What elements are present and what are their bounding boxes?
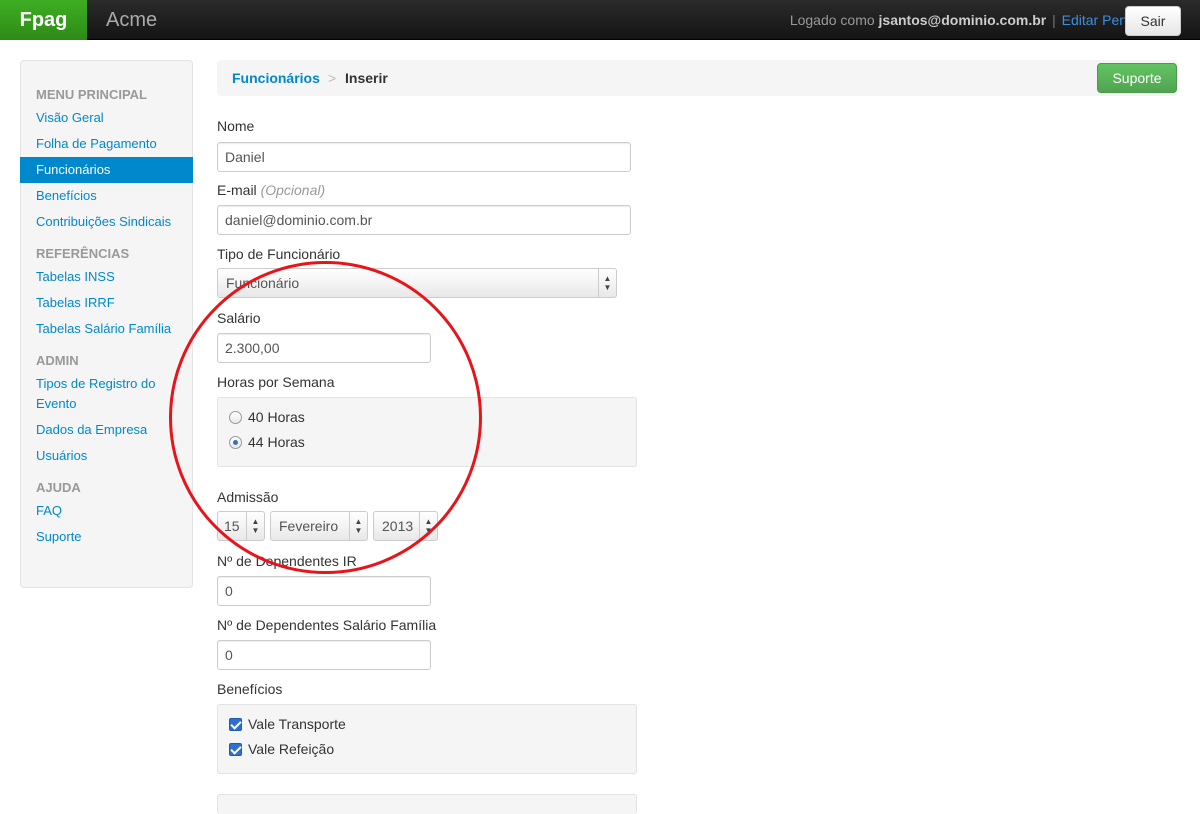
sidebar-item-beneficios[interactable]: Benefícios (21, 183, 192, 209)
admission-month-value: Fevereiro (279, 518, 339, 534)
hours-label: Horas por Semana (217, 374, 335, 390)
hours-option-44[interactable]: 44 Horas (229, 434, 305, 450)
benefit-vale-transporte[interactable]: Vale Transporte (229, 716, 346, 732)
sidebar-header-ajuda: AJUDA (36, 480, 81, 495)
sidebar-item-tabelas-salario-familia[interactable]: Tabelas Salário Família (21, 316, 192, 342)
admission-label: Admissão (217, 489, 279, 505)
admission-month-select[interactable]: Fevereiro ▲ ▼ (270, 511, 368, 541)
type-select-value: Funcionário (226, 275, 300, 291)
admission-year-select[interactable]: 2013 ▲ ▼ (373, 511, 438, 541)
hours-radio-group: 40 Horas 44 Horas (217, 397, 637, 467)
benefits-checkbox-group: Vale Transporte Vale Refeição (217, 704, 637, 774)
support-button[interactable]: Suporte (1097, 63, 1177, 93)
breadcrumb-funcionarios[interactable]: Funcionários (232, 70, 320, 86)
sidebar-item-folha-pagamento[interactable]: Folha de Pagamento (21, 131, 192, 157)
select-arrows-icon: ▲ ▼ (598, 269, 616, 297)
email-label-text: E-mail (217, 182, 257, 198)
sidebar-item-dados-empresa[interactable]: Dados da Empresa (21, 417, 192, 443)
email-input[interactable]: daniel@dominio.com.br (217, 205, 631, 235)
select-arrows-icon: ▲ ▼ (246, 512, 264, 540)
nav-separator: | (1052, 12, 1056, 28)
breadcrumb: Funcionários > Inserir (217, 60, 1178, 96)
hours-option-40-label: 40 Horas (248, 409, 305, 425)
salary-label: Salário (217, 310, 261, 326)
edit-profile-link[interactable]: Editar Perfil (1062, 12, 1134, 28)
checkbox-checked-icon[interactable] (229, 743, 242, 756)
sidebar-item-contribuicoes[interactable]: Contribuições Sindicais (21, 209, 192, 235)
sidebar-header-referencias: REFERÊNCIAS (36, 246, 130, 261)
hours-option-44-label: 44 Horas (248, 434, 305, 450)
admission-day-select[interactable]: 15 ▲ ▼ (217, 511, 265, 541)
benefits-label: Benefícios (217, 681, 283, 697)
sidebar-item-suporte[interactable]: Suporte (21, 524, 192, 550)
top-navbar: Fpag Acme Logado como jsantos@dominio.co… (0, 0, 1200, 40)
benefit-vale-transporte-label: Vale Transporte (248, 716, 346, 732)
dep-sf-label: Nº de Dependentes Salário Família (217, 617, 437, 633)
radio-icon[interactable] (229, 411, 242, 424)
sidebar-header-main: MENU PRINCIPAL (36, 87, 147, 102)
name-label: Nome (217, 118, 255, 134)
select-arrows-icon: ▲ ▼ (349, 512, 367, 540)
benefit-vale-refeicao[interactable]: Vale Refeição (229, 741, 334, 757)
next-section-partial (217, 794, 637, 814)
type-label: Tipo de Funcionário (217, 246, 341, 262)
dep-ir-label: Nº de Dependentes IR (217, 553, 357, 569)
sidebar-header-admin: ADMIN (36, 353, 79, 368)
sidebar-item-visao-geral[interactable]: Visão Geral (21, 105, 192, 131)
email-optional-hint: (Opcional) (260, 182, 326, 198)
sidebar-item-funcionarios[interactable]: Funcionários (20, 157, 193, 183)
breadcrumb-current: Inserir (345, 70, 388, 86)
radio-checked-icon[interactable] (229, 436, 242, 449)
brand-logo[interactable]: Fpag (0, 0, 87, 40)
type-select[interactable]: Funcionário ▲ ▼ (217, 268, 617, 298)
salary-input[interactable]: 2.300,00 (217, 333, 431, 363)
admission-year-value: 2013 (382, 518, 414, 534)
logout-button[interactable]: Sair (1125, 6, 1181, 36)
sidebar-item-tabelas-inss[interactable]: Tabelas INSS (21, 264, 192, 290)
dep-ir-input[interactable]: 0 (217, 576, 431, 606)
breadcrumb-separator: > (328, 70, 337, 86)
admission-day-value: 15 (224, 518, 240, 534)
sidebar-item-tabelas-irrf[interactable]: Tabelas IRRF (21, 290, 192, 316)
select-arrows-icon: ▲ ▼ (419, 512, 437, 540)
email-label: E-mail (Opcional) (217, 182, 325, 198)
sidebar-item-faq[interactable]: FAQ (21, 498, 192, 524)
user-info: Logado como jsantos@dominio.com.br | Edi… (790, 0, 1134, 40)
logged-as-label: Logado como (789, 12, 875, 28)
company-name: Acme (106, 9, 158, 31)
dep-sf-input[interactable]: 0 (217, 640, 431, 670)
checkbox-checked-icon[interactable] (229, 718, 242, 731)
benefit-vale-refeicao-label: Vale Refeição (248, 741, 335, 757)
name-input[interactable]: Daniel (217, 142, 631, 172)
user-email: jsantos@dominio.com.br (878, 12, 1047, 28)
hours-option-40[interactable]: 40 Horas (229, 409, 305, 425)
sidebar: MENU PRINCIPAL Visão Geral Folha de Paga… (20, 60, 193, 588)
sidebar-item-usuarios[interactable]: Usuários (21, 443, 192, 469)
sidebar-item-tipos-registro[interactable]: Tipos de Registro do Evento (21, 371, 192, 417)
